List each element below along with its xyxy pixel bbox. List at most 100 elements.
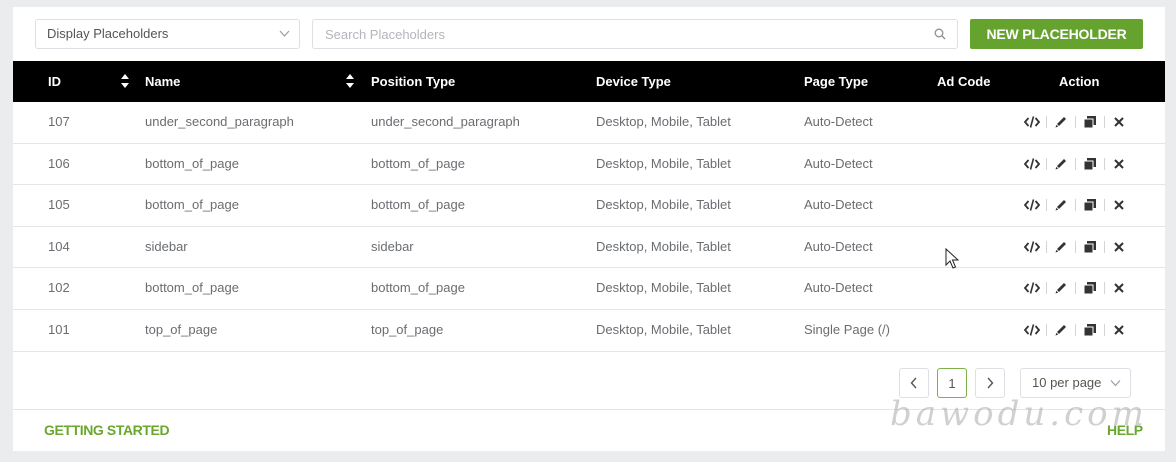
new-placeholder-button[interactable]: NEW PLACEHOLDER — [970, 19, 1143, 49]
edit-button[interactable] — [1053, 114, 1069, 130]
action-divider — [1104, 199, 1105, 212]
cell-position-type: under_second_paragraph — [371, 114, 520, 129]
action-divider — [1075, 323, 1076, 336]
delete-button[interactable] — [1111, 239, 1127, 255]
row-actions — [1024, 156, 1127, 172]
copy-icon — [1083, 323, 1096, 337]
view-code-button[interactable] — [1024, 156, 1040, 172]
cell-name: under_second_paragraph — [145, 114, 294, 129]
action-divider — [1075, 199, 1076, 212]
cell-name: top_of_page — [145, 321, 218, 337]
delete-button[interactable] — [1111, 197, 1127, 213]
pencil-icon — [1055, 158, 1066, 170]
placeholders-panel: Display Placeholders NEW PLACEHOLDER ID … — [13, 7, 1165, 451]
cell-device-type: Desktop, Mobile, Tablet — [596, 280, 731, 296]
duplicate-button[interactable] — [1082, 239, 1098, 255]
view-code-button[interactable] — [1024, 280, 1040, 296]
delete-button[interactable] — [1111, 322, 1127, 338]
edit-button[interactable] — [1053, 197, 1069, 213]
edit-button[interactable] — [1053, 322, 1069, 338]
pencil-icon — [1055, 200, 1066, 211]
cell-position-type: bottom_of_page — [371, 280, 465, 296]
placeholder-type-select[interactable]: Display Placeholders — [35, 19, 300, 49]
cell-device-type: Desktop, Mobile, Tablet — [596, 114, 731, 129]
cell-position-type: bottom_of_page — [371, 197, 465, 213]
search-box — [312, 19, 958, 49]
row-actions — [1024, 280, 1127, 296]
column-header-name: Name — [145, 74, 181, 89]
action-divider — [1046, 157, 1047, 170]
column-header-ad-code: Ad Code — [937, 74, 991, 89]
edit-button[interactable] — [1053, 156, 1069, 172]
close-icon — [1114, 242, 1124, 252]
cell-name: bottom_of_page — [145, 155, 239, 171]
code-icon — [1024, 157, 1040, 170]
code-icon — [1024, 324, 1040, 336]
code-icon — [1024, 282, 1040, 295]
row-actions — [1024, 322, 1127, 338]
delete-button[interactable] — [1111, 280, 1127, 296]
cell-id: 105 — [48, 197, 70, 213]
duplicate-button[interactable] — [1082, 280, 1098, 296]
close-icon — [1114, 158, 1124, 169]
getting-started-link[interactable]: GETTING STARTED — [44, 422, 170, 438]
edit-button[interactable] — [1053, 280, 1069, 296]
chevron-down-icon — [279, 30, 290, 37]
cell-position-type: bottom_of_page — [371, 155, 465, 171]
cell-position-type: top_of_page — [371, 321, 444, 337]
search-input[interactable] — [313, 20, 913, 48]
duplicate-button[interactable] — [1082, 197, 1098, 213]
column-header-position-type: Position Type — [371, 74, 456, 89]
action-divider — [1075, 116, 1076, 128]
cell-device-type: Desktop, Mobile, Tablet — [596, 238, 731, 254]
cell-device-type: Desktop, Mobile, Tablet — [596, 155, 731, 171]
action-divider — [1046, 282, 1047, 295]
table-row: 101 top_of_page top_of_page Desktop, Mobile… — [13, 310, 1165, 352]
action-divider — [1075, 240, 1076, 253]
view-code-button[interactable] — [1024, 197, 1040, 213]
chevron-left-icon — [910, 377, 917, 389]
cell-position-type: sidebar — [371, 238, 414, 254]
copy-icon — [1083, 116, 1096, 129]
action-divider — [1075, 282, 1076, 295]
cell-name: bottom_of_page — [145, 280, 239, 296]
action-divider — [1104, 157, 1105, 170]
delete-button[interactable] — [1111, 114, 1127, 130]
edit-button[interactable] — [1053, 239, 1069, 255]
duplicate-button[interactable] — [1082, 156, 1098, 172]
pencil-icon — [1055, 324, 1066, 336]
action-divider — [1104, 240, 1105, 253]
sort-id-icon[interactable] — [120, 72, 130, 90]
chevron-right-icon — [987, 377, 994, 389]
copy-icon — [1083, 240, 1096, 254]
row-actions — [1024, 239, 1127, 255]
view-code-button[interactable] — [1024, 322, 1040, 338]
search-icon[interactable] — [934, 28, 946, 40]
action-divider — [1104, 282, 1105, 295]
sort-name-icon[interactable] — [345, 72, 355, 90]
duplicate-button[interactable] — [1082, 322, 1098, 338]
copy-icon — [1083, 282, 1096, 295]
column-header-device-type: Device Type — [596, 74, 671, 89]
table-row: 104 sidebar sidebar Desktop, Mobile, Tablet… — [13, 227, 1165, 269]
duplicate-button[interactable] — [1082, 114, 1098, 130]
close-icon — [1114, 283, 1124, 294]
watermark: bawodu.com — [890, 394, 1148, 434]
per-page-value: 10 per page — [1032, 375, 1102, 390]
pencil-icon — [1055, 241, 1066, 253]
table-body: 107 under_second_paragraph under_second_pa… — [13, 102, 1165, 352]
cell-device-type: Desktop, Mobile, Tablet — [596, 197, 731, 213]
delete-button[interactable] — [1111, 156, 1127, 172]
copy-icon — [1083, 157, 1096, 171]
cell-page-type: Auto-Detect — [804, 114, 873, 129]
code-icon — [1024, 241, 1040, 253]
view-code-button[interactable] — [1024, 239, 1040, 255]
cell-page-type: Auto-Detect — [804, 280, 873, 296]
view-code-button[interactable] — [1024, 114, 1040, 130]
pencil-icon — [1055, 283, 1066, 294]
close-icon — [1114, 200, 1124, 210]
cell-page-type: Auto-Detect — [804, 155, 873, 171]
action-divider — [1046, 199, 1047, 212]
row-actions — [1024, 114, 1127, 130]
cell-page-type: Auto-Detect — [804, 197, 873, 213]
